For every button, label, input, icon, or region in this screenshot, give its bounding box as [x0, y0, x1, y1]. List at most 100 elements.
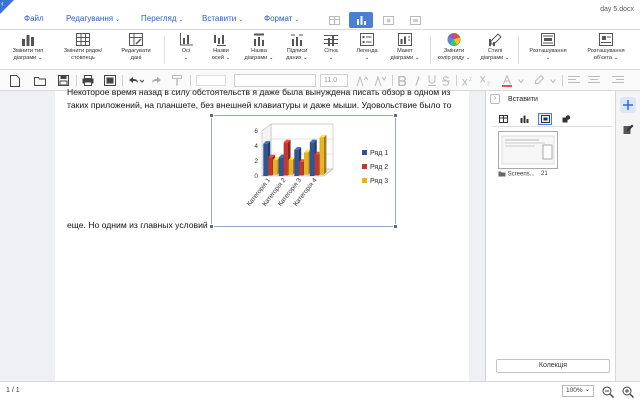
chart-styles-button[interactable]: Стилі діаграми ⌄: [478, 33, 512, 61]
thumbnail-name-text: Screens...: [507, 171, 535, 178]
side-tab-shapes[interactable]: [559, 113, 573, 125]
side-tab-image[interactable]: [538, 113, 552, 125]
document-canvas[interactable]: Некоторое время назад в силу обстоятельс…: [0, 87, 485, 381]
open-folder-button[interactable]: [34, 74, 46, 87]
menu-view-label: Перегляд: [141, 14, 177, 23]
subscript-button[interactable]: 2: [480, 74, 492, 87]
font-name-field[interactable]: [234, 74, 316, 87]
bold-button[interactable]: [398, 74, 406, 87]
resize-handle-top-left[interactable]: [209, 113, 214, 118]
print-button[interactable]: [82, 74, 94, 87]
menu-format[interactable]: Формат ⌄: [264, 14, 299, 25]
print-preview-icon: [104, 75, 116, 86]
chart-bar: [288, 159, 293, 175]
menu-insert-label: Вставити: [202, 14, 237, 23]
tab-table[interactable]: [322, 12, 346, 28]
side-tab-table[interactable]: [496, 113, 510, 125]
chart-title-button[interactable]: Назва діаграми ⌄: [242, 33, 276, 61]
paragraph-line-1: Некоторое время назад в силу обстоятельс…: [67, 87, 451, 97]
change-chart-type-button[interactable]: Змінити тип діаграми ⌄: [6, 33, 50, 61]
menu-view[interactable]: Перегляд ⌄: [141, 14, 184, 25]
print-icon: [82, 75, 94, 86]
axis-titles-button[interactable]: Назви осей ⌄: [206, 33, 236, 61]
undo-button[interactable]: [128, 74, 144, 87]
side-tab-chart[interactable]: [517, 113, 531, 125]
axes-button[interactable]: Осі ⌄: [172, 33, 200, 61]
screenshot-thumbnail[interactable]: [498, 131, 558, 169]
redo-button[interactable]: [152, 74, 162, 87]
highlight-dropdown[interactable]: [550, 74, 556, 87]
app-window: ‹ Файл Редагування ⌄ Перегляд ⌄ Вставити ⌄ …: [0, 0, 640, 400]
object-position-button[interactable]: Розташування об'єкта ⌄: [580, 33, 632, 61]
shrink-font-icon: [374, 75, 386, 86]
tab-image[interactable]: [376, 12, 400, 28]
tab-chart[interactable]: [349, 12, 373, 28]
gridlines-button[interactable]: Сітка ⌄: [318, 33, 344, 61]
legend-button[interactable]: Легенда ⌄: [352, 33, 382, 61]
align-center-icon: [588, 76, 600, 83]
underline-button[interactable]: [428, 74, 436, 87]
print-preview-button[interactable]: [104, 74, 116, 87]
underline-icon: [428, 75, 436, 86]
tab-shape[interactable]: [403, 12, 427, 28]
collection-button[interactable]: Колекція: [496, 359, 610, 373]
font-size-field[interactable]: 11.0: [320, 74, 348, 87]
chart-title-label: Назва діаграми ⌄: [244, 48, 274, 61]
resize-handle-top-right[interactable]: [393, 113, 398, 118]
align-right-button[interactable]: [612, 74, 624, 87]
align-left-button[interactable]: [568, 74, 580, 87]
italic-button[interactable]: [414, 74, 422, 87]
format-painter-icon: [172, 75, 182, 86]
zoom-in-button[interactable]: [622, 385, 634, 398]
resize-handle-bottom-left[interactable]: [209, 224, 214, 229]
superscript-button[interactable]: 2: [462, 74, 474, 87]
data-labels-button[interactable]: Підписи даних ⌄: [282, 33, 312, 61]
toolbar-divider: [456, 75, 457, 86]
switch-row-column-button[interactable]: Змінити рядок/ стовпець: [58, 33, 108, 61]
collapse-panel-button[interactable]: ›: [490, 94, 500, 104]
subscript-icon: 2: [480, 75, 490, 86]
align-center-button[interactable]: [588, 74, 600, 87]
shrink-font-button[interactable]: [374, 74, 386, 87]
chart-layout-button[interactable]: Макет діаграми ⌄: [388, 33, 422, 61]
menu-file[interactable]: Файл: [24, 14, 44, 24]
style-dropdown[interactable]: [196, 74, 226, 87]
font-color-dropdown[interactable]: [518, 74, 524, 87]
edit-data-button[interactable]: Редагувати дані: [116, 33, 156, 61]
format-painter-button[interactable]: [172, 74, 182, 87]
chart-object[interactable]: 0 2 4 6 Категорія 1 Категорія 2 Категорія 3 Кат…: [209, 113, 398, 229]
chevron-down-icon: ⌄: [115, 17, 121, 23]
edit-properties-button[interactable]: [622, 123, 634, 135]
font-color-icon: [502, 74, 512, 87]
gridlines-icon: [324, 35, 338, 46]
thumbnail-count: 21: [541, 171, 548, 177]
save-button[interactable]: [58, 74, 69, 87]
screenshot-preview-icon: [501, 135, 555, 165]
menu-insert[interactable]: Вставити ⌄: [202, 14, 243, 25]
pencil-icon: [623, 124, 633, 134]
menu-edit-label: Редагування: [66, 14, 114, 23]
zoom-value: 100%: [566, 387, 583, 394]
table-icon: [498, 115, 508, 123]
toolbar-divider: [76, 75, 77, 86]
document-page[interactable]: Некоторое время назад в силу обстоятельс…: [55, 87, 469, 381]
strikethrough-icon: [442, 75, 450, 86]
font-color-button[interactable]: [502, 74, 512, 87]
chart-type-icon: [22, 35, 34, 46]
series-color-button[interactable]: Змінити колір ряду ⌄: [434, 33, 474, 61]
legend-icon: [360, 33, 374, 46]
strikethrough-button[interactable]: [442, 74, 450, 87]
resize-handle-bottom-right[interactable]: [393, 224, 398, 229]
new-document-icon: [10, 74, 20, 87]
menu-edit[interactable]: Редагування ⌄: [66, 14, 120, 25]
edit-data-icon: [129, 33, 143, 46]
folder-icon: [498, 171, 506, 177]
grow-font-button[interactable]: [356, 74, 368, 87]
insert-button[interactable]: [620, 97, 636, 113]
position-button[interactable]: Розташування ⌄: [522, 33, 574, 61]
switch-row-column-label: Змінити рядок/ стовпець: [63, 48, 103, 61]
zoom-out-button[interactable]: [602, 385, 614, 398]
new-document-button[interactable]: [10, 74, 20, 87]
highlight-button[interactable]: [534, 74, 544, 87]
zoom-select[interactable]: 100% ⌄: [562, 385, 594, 397]
